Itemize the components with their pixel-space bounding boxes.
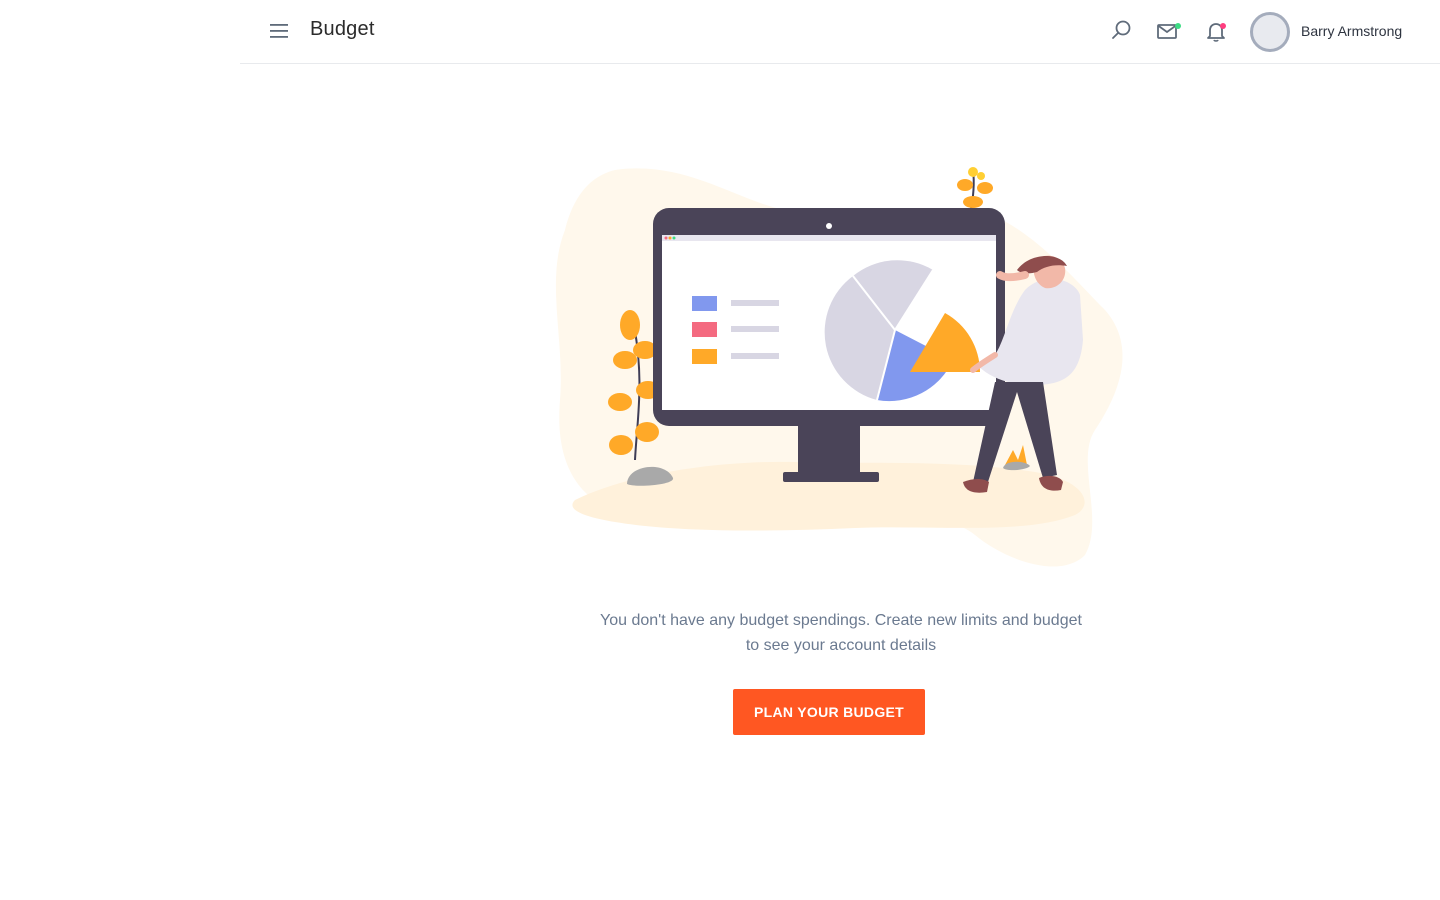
sidebar bbox=[0, 0, 240, 900]
empty-state-message: You don't have any budget spendings. Cre… bbox=[600, 612, 1082, 654]
page-title: Budget bbox=[310, 18, 375, 40]
search-button[interactable] bbox=[1106, 16, 1136, 46]
avatar[interactable] bbox=[1250, 12, 1290, 52]
top-bar: Budget Barry Armstrong bbox=[240, 0, 1440, 64]
menu-button[interactable] bbox=[266, 18, 292, 44]
user-name[interactable]: Barry Armstrong bbox=[1301, 23, 1402, 39]
menu-icon bbox=[270, 24, 288, 38]
search-icon bbox=[1112, 20, 1131, 39]
notifications-button[interactable] bbox=[1201, 16, 1231, 46]
notification-dot bbox=[1220, 23, 1226, 29]
bell-icon bbox=[1207, 23, 1225, 42]
budget-illustration bbox=[555, 160, 1130, 580]
mail-button[interactable] bbox=[1153, 16, 1183, 46]
plan-budget-button[interactable]: PLAN YOUR BUDGET bbox=[733, 689, 925, 735]
mail-icon bbox=[1157, 24, 1177, 39]
mail-unread-dot bbox=[1175, 23, 1181, 29]
